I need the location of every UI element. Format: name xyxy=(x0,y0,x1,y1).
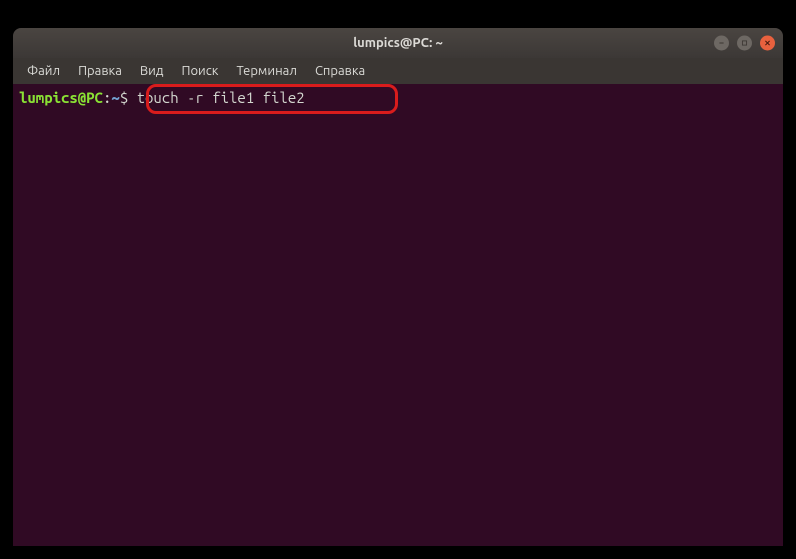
maximize-button[interactable] xyxy=(737,36,752,51)
prompt-path: ~ xyxy=(111,88,119,108)
terminal-body[interactable]: lumpics@PC:~$ touch -r file1 file2 xyxy=(13,84,783,546)
titlebar: lumpics@PC: ~ xyxy=(13,28,783,58)
menu-help[interactable]: Справка xyxy=(307,61,373,81)
menu-file[interactable]: Файл xyxy=(19,61,68,81)
prompt-line: lumpics@PC:~$ touch -r file1 file2 xyxy=(19,88,777,108)
terminal-window: lumpics@PC: ~ Файл Правка Вид xyxy=(13,28,783,546)
menu-search[interactable]: Поиск xyxy=(173,61,226,81)
prompt-colon: : xyxy=(103,88,111,108)
menubar: Файл Правка Вид Поиск Терминал Справка xyxy=(13,58,783,84)
window-title: lumpics@PC: ~ xyxy=(353,36,443,50)
prompt-user: lumpics@PC xyxy=(19,88,103,108)
command-input: touch -r file1 file2 xyxy=(128,88,304,108)
close-icon xyxy=(764,40,771,47)
maximize-icon xyxy=(741,40,748,47)
minimize-icon xyxy=(718,40,725,47)
menu-view[interactable]: Вид xyxy=(132,61,172,81)
menu-edit[interactable]: Правка xyxy=(70,61,130,81)
menu-terminal[interactable]: Терминал xyxy=(228,61,304,81)
prompt-dollar: $ xyxy=(120,88,128,108)
close-button[interactable] xyxy=(760,36,775,51)
window-controls xyxy=(714,36,775,51)
minimize-button[interactable] xyxy=(714,36,729,51)
